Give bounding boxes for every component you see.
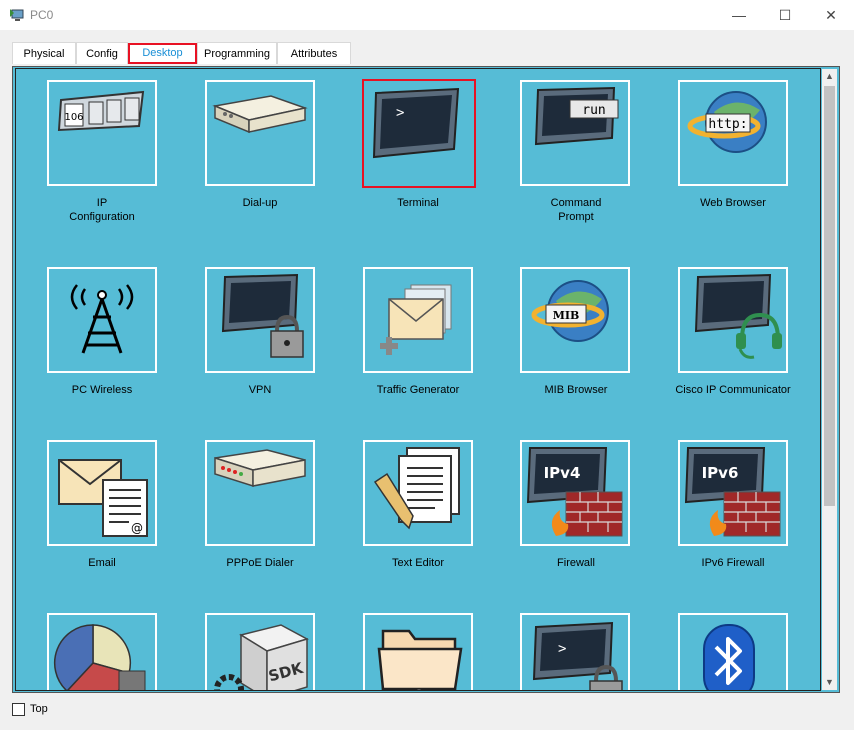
pc-wireless-label: PC Wireless	[71, 384, 133, 396]
folder-icon	[377, 629, 463, 690]
tab-desktop[interactable]: Desktop	[128, 43, 197, 64]
desktop-panel: 106 IP Configuration Dial-up > Terminal …	[12, 66, 840, 693]
mib-browser-icon: MIB	[531, 280, 609, 342]
terminal-icon: >	[372, 87, 460, 159]
packet-tracer-app-icon	[10, 9, 24, 21]
cisco-ip-communicator-tile[interactable]	[678, 267, 788, 373]
svg-text:>: >	[558, 641, 566, 657]
ip-config-icon: 106	[57, 90, 145, 132]
scroll-thumb[interactable]	[824, 86, 835, 506]
email-icon: @	[58, 459, 148, 537]
tab-config[interactable]: Config	[76, 42, 128, 64]
vpn-lock-icon	[221, 273, 304, 358]
tab-attributes[interactable]: Attributes	[277, 42, 351, 64]
tab-programming[interactable]: Programming	[197, 42, 277, 64]
email-label: Email	[88, 557, 116, 569]
sdk-tile[interactable]: SDK	[205, 613, 315, 690]
mib-browser-tile[interactable]: MIB	[520, 267, 630, 373]
modem-icon	[212, 95, 308, 134]
svg-text:IPv4: IPv4	[544, 464, 581, 482]
dial-up-label: Dial-up	[242, 197, 278, 209]
web-browser-tile[interactable]: http:	[678, 80, 788, 186]
bluetooth-icon	[703, 624, 755, 690]
command-prompt-icon: run	[534, 86, 619, 146]
web-browser-icon: http:	[687, 91, 767, 153]
pie-chart-tile[interactable]	[47, 613, 157, 690]
dial-up-tile[interactable]	[205, 80, 315, 186]
terminal-lock-icon: >	[532, 621, 623, 690]
firewall-label: Firewall	[557, 557, 595, 569]
vpn-label: VPN	[248, 384, 272, 396]
scroll-up-arrow-icon[interactable]: ▲	[822, 69, 837, 84]
desktop-app-grid: 106 IP Configuration Dial-up > Terminal …	[15, 68, 821, 691]
traffic-generator-label: Traffic Generator	[376, 384, 460, 396]
minimize-button[interactable]: —	[716, 0, 762, 30]
pie-chart-icon	[53, 624, 146, 690]
pc-wireless-tile[interactable]	[47, 267, 157, 373]
firewall-tile[interactable]: IPv4	[520, 440, 630, 546]
top-label: Top	[30, 703, 48, 715]
svg-text:run: run	[582, 103, 605, 118]
svg-text:@: @	[131, 521, 143, 535]
text-editor-tile[interactable]	[363, 440, 473, 546]
vertical-scrollbar[interactable]: ▲ ▼	[822, 69, 837, 690]
command-prompt-tile[interactable]: run	[520, 80, 630, 186]
ip-configuration-label: IP Configuration	[69, 197, 135, 223]
cisco-ip-communicator-label: Cisco IP Communicator	[675, 384, 791, 396]
ipv6-firewall-tile[interactable]: IPv6	[678, 440, 788, 546]
vpn-tile[interactable]	[205, 267, 315, 373]
pppoe-dialer-tile[interactable]	[205, 440, 315, 546]
tab-physical[interactable]: Physical	[12, 42, 76, 64]
scroll-down-arrow-icon[interactable]: ▼	[822, 675, 837, 690]
svg-text:>: >	[396, 105, 404, 121]
terminal-tile[interactable]: >	[362, 79, 476, 188]
window-title: PC0	[30, 8, 54, 22]
ipv6-firewall-icon: IPv6	[684, 447, 781, 537]
svg-text:IPv6: IPv6	[702, 464, 739, 482]
bluetooth-tile[interactable]	[678, 613, 788, 690]
traffic-generator-tile[interactable]	[363, 267, 473, 373]
firewall-icon: IPv4	[526, 447, 623, 537]
pppoe-modem-icon	[214, 449, 306, 488]
top-checkbox[interactable]	[12, 703, 25, 716]
pppoe-dialer-label: PPPoE Dialer	[226, 557, 294, 569]
ip-configuration-tile[interactable]: 106	[47, 80, 157, 186]
email-tile[interactable]: @	[47, 440, 157, 546]
svg-text:106: 106	[64, 112, 83, 123]
web-browser-label: Web Browser	[700, 197, 766, 209]
svg-text:http:: http:	[708, 117, 747, 132]
title-bar: PC0 — ☐ ✕	[0, 0, 854, 30]
sdk-icon: SDK	[214, 624, 309, 690]
ipv6-firewall-label: IPv6 Firewall	[701, 557, 765, 569]
text-editor-icon	[373, 447, 460, 530]
wireless-antenna-icon	[70, 284, 134, 354]
text-editor-label: Text Editor	[392, 557, 444, 569]
terminal-lock-tile[interactable]: >	[520, 613, 630, 690]
traffic-generator-icon	[380, 284, 452, 355]
close-button[interactable]: ✕	[808, 0, 854, 30]
maximize-button[interactable]: ☐	[762, 0, 808, 30]
terminal-label: Terminal	[397, 197, 439, 209]
folder-tile[interactable]	[363, 613, 473, 690]
svg-text:MIB: MIB	[553, 309, 580, 322]
headset-icon	[694, 273, 782, 359]
command-prompt-label: Command Prompt	[550, 197, 602, 223]
mib-browser-label: MIB Browser	[544, 384, 608, 396]
